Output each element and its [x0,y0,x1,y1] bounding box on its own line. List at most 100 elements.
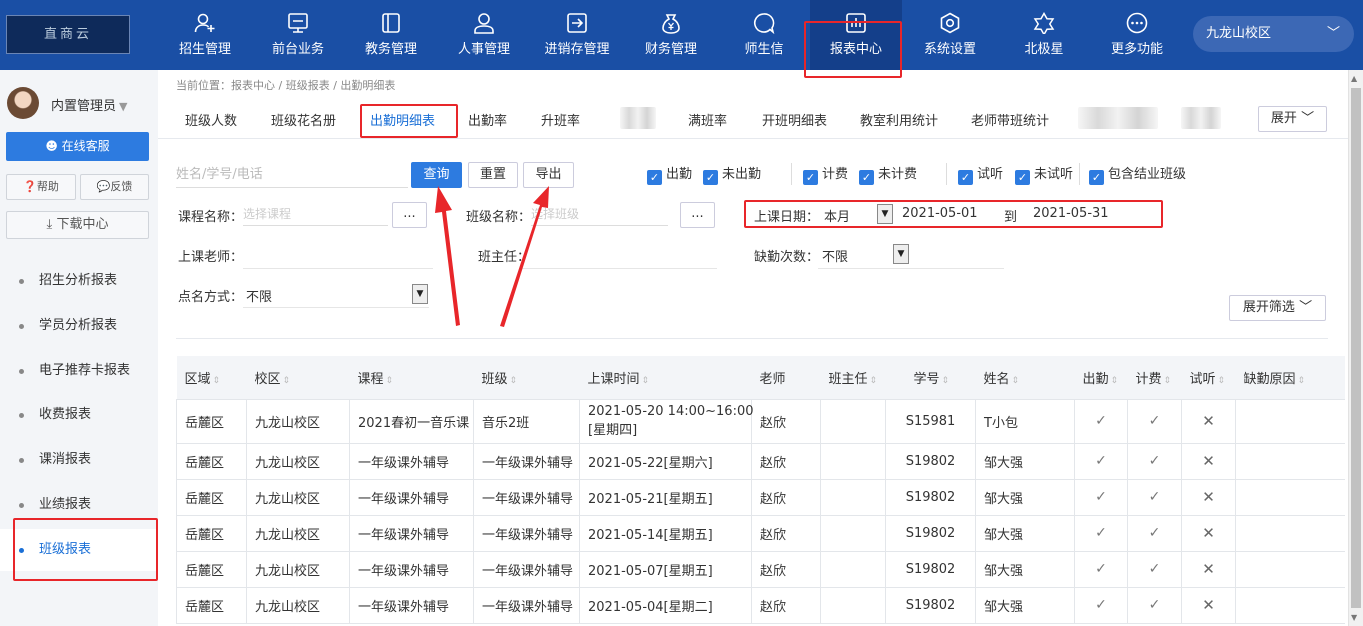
tab-promotion-rate[interactable]: 升班率 [541,110,580,129]
column-header[interactable]: 班级 ⇕ [473,356,580,400]
head-teacher-input[interactable] [521,268,717,269]
vertical-scrollbar[interactable]: ▲ ▼ [1348,70,1363,626]
sidebar-item-class-report[interactable]: 班级报表 [0,529,158,571]
user-menu[interactable]: 内置管理员 ▼ [7,87,157,119]
sort-icon[interactable]: ⇕ [942,376,950,386]
table-row[interactable]: 岳麓区 九龙山校区 2021春初一音乐课 音乐2班 2021-05-20 14:00~1… [176,398,1345,444]
column-header[interactable]: 姓名 ⇕ [975,356,1075,400]
nav-item-finance[interactable]: 财务管理 [636,0,706,70]
teacher-input[interactable] [243,268,433,269]
nav-item-inventory[interactable]: 进销存管理 [537,0,617,70]
nav-item-more[interactable]: 更多功能 [1101,0,1173,70]
date-range-select[interactable]: 本月 [824,206,850,225]
column-header[interactable]: 班主任 ⇕ [820,356,886,400]
scroll-down-icon[interactable]: ▼ [1351,613,1357,622]
column-header[interactable]: 课程 ⇕ [349,356,474,400]
class-picker-button[interactable]: ... [680,202,715,228]
sort-icon[interactable]: ⇕ [870,376,878,386]
tab-attendance-detail[interactable]: 出勤明细表 [370,110,435,129]
scrollbar-thumb[interactable] [1351,88,1361,608]
expand-label: 展开 [1270,111,1297,126]
checkbox-attended[interactable]: ✓ 出勤 [647,166,692,185]
sidebar-item-fee-report[interactable]: 收费报表 [0,394,158,436]
nav-item-academic[interactable]: 教务管理 [356,0,426,70]
tab-class-count[interactable]: 班级人数 [185,110,237,129]
bullet-icon [19,548,24,553]
sidebar-item-referral-report[interactable]: 电子推荐卡报表 [0,350,158,392]
checkbox-no-trial[interactable]: ✓ 未试听 [1015,166,1073,185]
sort-icon[interactable]: ⇕ [510,376,518,386]
sort-icon[interactable]: ⇕ [1164,376,1172,386]
tab-roster[interactable]: 班级花名册 [271,110,336,129]
date-from-input[interactable]: 2021-05-01 [902,206,978,221]
expand-filter-button[interactable]: 展开筛选 ﹀ [1229,295,1326,321]
absence-count-select[interactable]: 不限 [822,246,848,265]
checkbox-unbilled[interactable]: ✓ 未计费 [859,166,917,185]
sidebar-item-consumption-report[interactable]: 课消报表 [0,439,158,481]
checkbox-trial[interactable]: ✓ 试听 [958,166,1003,185]
head-cell [820,586,886,624]
dropdown-arrow-icon[interactable]: ▼ [893,244,909,264]
column-header[interactable]: 缺勤原因 ⇕ [1235,356,1345,400]
tab-attendance-rate[interactable]: 出勤率 [468,110,507,129]
sort-icon[interactable]: ⇕ [1298,376,1306,386]
tab-full-rate[interactable]: 满班率 [688,110,727,129]
export-button[interactable]: 导出 [523,162,574,188]
sidebar-item-enrollment-report[interactable]: 招生分析报表 [0,260,158,302]
tab-class-opening[interactable]: 开班明细表 [762,110,827,129]
sort-icon[interactable]: ⇕ [1218,376,1226,386]
nav-item-reports[interactable]: 报表中心 [810,0,902,70]
column-header[interactable]: 校区 ⇕ [246,356,350,400]
campus-selector[interactable]: 九龙山校区 ﹀ [1193,16,1354,52]
sort-icon[interactable]: ⇕ [642,376,650,386]
table-row[interactable]: 岳麓区 九龙山校区 一年级课外辅导 一年级课外辅导 2021-05-22[星期六] 赵欣 S… [176,442,1345,480]
sort-icon[interactable]: ⇕ [1012,376,1020,386]
scroll-up-icon[interactable]: ▲ [1351,74,1357,83]
date-to-input[interactable]: 2021-05-31 [1033,206,1109,221]
sidebar-item-performance-report[interactable]: 业绩报表 [0,484,158,526]
dropdown-arrow-icon[interactable]: ▼ [412,284,428,304]
online-service-button[interactable]: ☻ 在线客服 [6,132,149,161]
nav-item-polaris[interactable]: 北极星 [1009,0,1079,70]
query-button[interactable]: 查询 [411,162,462,188]
nav-item-messages[interactable]: 师生信 [729,0,799,70]
sidebar-item-student-report[interactable]: 学员分析报表 [0,305,158,347]
tab-teacher-classes[interactable]: 老师带班统计 [971,110,1049,129]
rollcall-method-select[interactable]: 不限 [246,286,272,305]
nav-item-enrollment[interactable]: 招生管理 [170,0,240,70]
column-header[interactable]: 上课时间 ⇕ [579,356,752,400]
nav-item-hr[interactable]: 人事管理 [449,0,519,70]
course-name-input[interactable] [243,202,388,226]
header-label: 试听 [1189,371,1216,387]
course-picker-button[interactable]: ... [392,202,427,228]
table-row[interactable]: 岳麓区 九龙山校区 一年级课外辅导 一年级课外辅导 2021-05-07[星期五] 赵欣 S… [176,550,1345,588]
column-header[interactable]: 计费 ⇕ [1127,356,1182,400]
class-name-input[interactable] [531,202,668,226]
checkbox-billed[interactable]: ✓ 计费 [803,166,848,185]
dropdown-arrow-icon[interactable]: ▼ [877,204,893,224]
nav-item-settings[interactable]: 系统设置 [915,0,985,70]
table-row[interactable]: 岳麓区 九龙山校区 一年级课外辅导 一年级课外辅导 2021-05-21[星期五] 赵欣 S… [176,478,1345,516]
search-input[interactable] [176,162,408,188]
column-header[interactable]: 区域 ⇕ [176,356,247,400]
expand-tabs-button[interactable]: 展开 ﹀ [1258,106,1327,132]
sort-icon[interactable]: ⇕ [1111,376,1119,386]
column-header[interactable]: 试听 ⇕ [1181,356,1236,400]
sort-icon[interactable]: ⇕ [213,376,221,386]
table-row[interactable]: 岳麓区 九龙山校区 一年级课外辅导 一年级课外辅导 2021-05-04[星期二] 赵欣 S… [176,586,1345,624]
checkbox-include-graduated[interactable]: ✓ 包含结业班级 [1089,166,1186,185]
table-row[interactable]: 岳麓区 九龙山校区 一年级课外辅导 一年级课外辅导 2021-05-14[星期五] 赵欣 S… [176,514,1345,552]
column-header[interactable]: 出勤 ⇕ [1074,356,1128,400]
tab-classroom-usage[interactable]: 教室利用统计 [860,110,938,129]
reset-button[interactable]: 重置 [468,162,518,188]
feedback-button[interactable]: 💬反馈 [80,174,149,200]
checkbox-absent[interactable]: ✓ 未出勤 [703,166,761,185]
help-button[interactable]: ❓帮助 [6,174,76,200]
teacher-cell: 赵欣 [751,442,821,480]
nav-item-frontdesk[interactable]: 前台业务 [263,0,333,70]
sidebar-item-label: 招生分析报表 [39,273,118,288]
column-header[interactable]: 学号 ⇕ [885,356,976,400]
sort-icon[interactable]: ⇕ [283,376,291,386]
download-center-button[interactable]: ⤓ 下载中心 [6,211,149,239]
sort-icon[interactable]: ⇕ [386,376,394,386]
